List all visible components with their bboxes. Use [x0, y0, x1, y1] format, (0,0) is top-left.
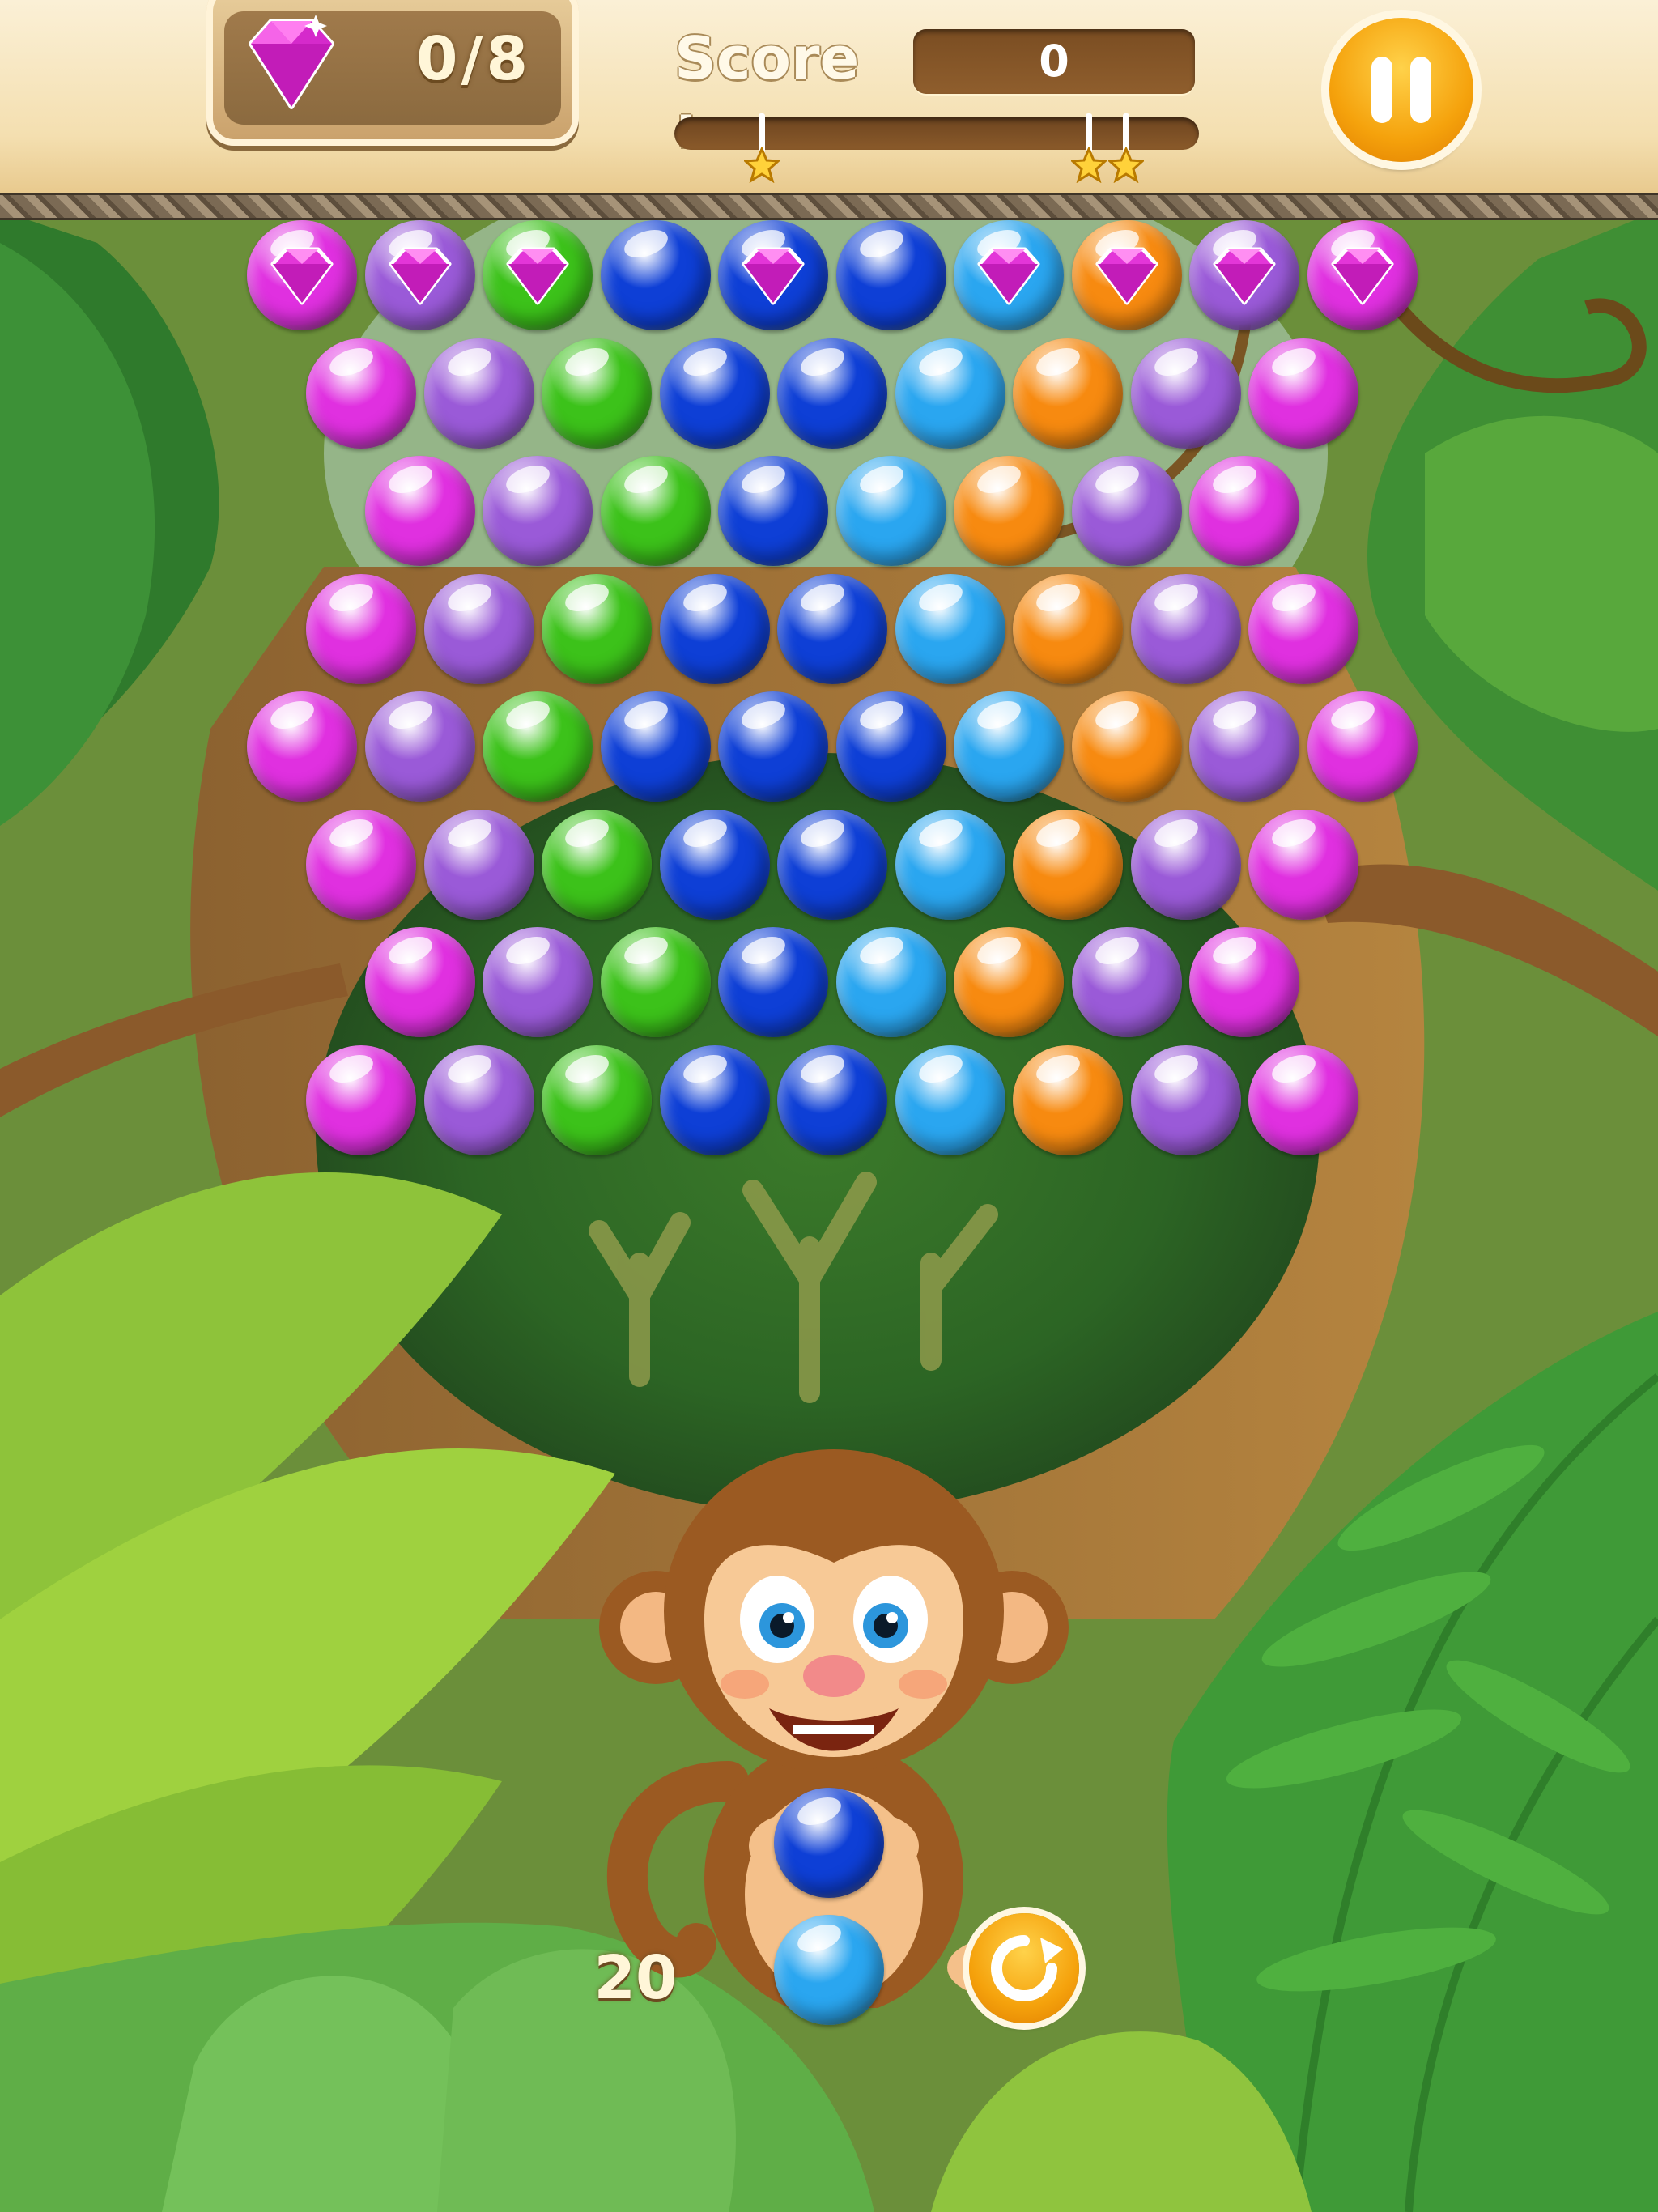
bubble-orange [1071, 691, 1182, 802]
gem-bubble-magenta [247, 220, 358, 330]
bubble-purple [483, 927, 593, 1037]
bubble-magenta [306, 1044, 416, 1155]
current-shooter-bubble[interactable] [774, 1788, 884, 1898]
bubble-purple [1130, 573, 1241, 684]
bubble-blue [600, 220, 711, 330]
gem-bubble-purple [1189, 220, 1300, 330]
gem-icon [742, 247, 805, 305]
bubble-blue [777, 1044, 887, 1155]
bubble-lightblue [895, 338, 1005, 449]
bubble-blue [718, 691, 829, 802]
bubble-blue [835, 691, 946, 802]
bubble-magenta [247, 691, 358, 802]
bubble-orange [1013, 573, 1123, 684]
bubble-orange [1013, 1044, 1123, 1155]
bubble-magenta [1248, 1044, 1358, 1155]
bubble-green [600, 456, 711, 566]
bubble-magenta [1248, 573, 1358, 684]
bubble-magenta [1307, 691, 1418, 802]
bubble-purple [1189, 691, 1300, 802]
gem-bubble-green [483, 220, 593, 330]
bubble-lightblue [954, 691, 1065, 802]
bubble-purple [483, 456, 593, 566]
bubble-purple [1130, 338, 1241, 449]
bubble-lightblue [835, 456, 946, 566]
bubble-blue [835, 220, 946, 330]
bubble-blue [718, 456, 829, 566]
gem-icon [1331, 247, 1394, 305]
bubble-orange [954, 927, 1065, 1037]
bubble-lightblue [895, 1044, 1005, 1155]
bubble-lightblue [895, 809, 1005, 920]
bubble-blue [659, 1044, 770, 1155]
gem-icon [389, 247, 452, 305]
bubble-green [483, 691, 593, 802]
bubble-blue [659, 338, 770, 449]
gem-bubble-magenta [1307, 220, 1418, 330]
bubble-green [542, 1044, 652, 1155]
bubble-green [542, 338, 652, 449]
gem-bubble-orange [1071, 220, 1182, 330]
bubble-purple [1130, 1044, 1241, 1155]
gem-icon [270, 247, 334, 305]
gem-icon [977, 247, 1040, 305]
bubble-orange [954, 456, 1065, 566]
bubble-green [542, 573, 652, 684]
gem-bubble-purple [364, 220, 475, 330]
bubble-purple [423, 1044, 534, 1155]
swap-icon [991, 1935, 1063, 2001]
bubble-magenta [1189, 927, 1300, 1037]
gem-bubble-blue [718, 220, 829, 330]
bubble-purple [423, 573, 534, 684]
bubble-green [600, 927, 711, 1037]
bubble-magenta [1248, 338, 1358, 449]
gem-bubble-lightblue [954, 220, 1065, 330]
bubble-blue [659, 809, 770, 920]
gem-icon [1095, 247, 1158, 305]
bubble-blue [777, 573, 887, 684]
bubble-purple [1071, 456, 1182, 566]
bubble-blue [659, 573, 770, 684]
bubble-purple [1130, 809, 1241, 920]
bubble-magenta [364, 456, 475, 566]
bubble-magenta [306, 573, 416, 684]
bubble-orange [1013, 338, 1123, 449]
bubble-blue [777, 809, 887, 920]
bubble-magenta [1189, 456, 1300, 566]
bubble-purple [423, 338, 534, 449]
bubble-magenta [306, 809, 416, 920]
bubble-green [542, 809, 652, 920]
bubble-blue [600, 691, 711, 802]
gem-icon [1213, 247, 1276, 305]
gem-icon [506, 247, 569, 305]
shots-left-counter: 20 [593, 1943, 678, 2013]
bubble-orange [1013, 809, 1123, 920]
bubble-purple [423, 809, 534, 920]
bubble-blue [777, 338, 887, 449]
bubble-magenta [1248, 809, 1358, 920]
bubble-lightblue [835, 927, 946, 1037]
bubble-magenta [306, 338, 416, 449]
swap-bubble-button[interactable] [969, 1913, 1079, 2023]
bubble-blue [718, 927, 829, 1037]
bubble-purple [1071, 927, 1182, 1037]
game-stage[interactable]: 0/8 Score : 0 20 [0, 0, 1658, 2212]
next-shooter-bubble[interactable] [774, 1915, 884, 2025]
bubble-magenta [364, 927, 475, 1037]
bubble-purple [364, 691, 475, 802]
bubble-lightblue [895, 573, 1005, 684]
